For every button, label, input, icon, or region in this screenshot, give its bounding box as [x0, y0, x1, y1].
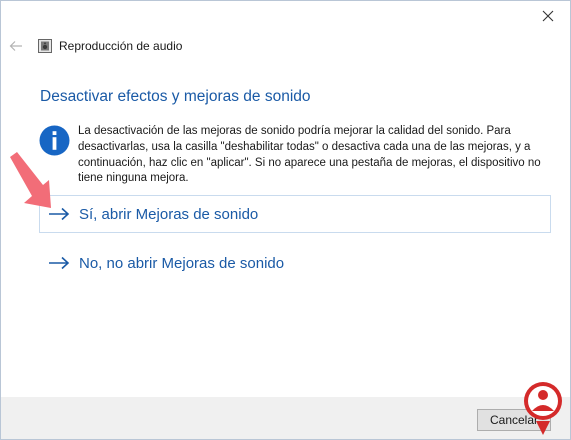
- speaker-icon: [38, 39, 52, 53]
- skip-enhancements-option[interactable]: No, no abrir Mejoras de sonido: [39, 244, 551, 282]
- open-enhancements-option[interactable]: Sí, abrir Mejoras de sonido: [39, 195, 551, 233]
- logo-icon: [524, 382, 562, 435]
- pointer-arrow-icon: [10, 152, 51, 208]
- option-label: Sí, abrir Mejoras de sonido: [79, 205, 259, 223]
- dialog-footer: Cancelar: [1, 397, 570, 439]
- close-icon: [542, 10, 554, 22]
- dialog-window: Reproducción de audio Desactivar efectos…: [0, 0, 571, 440]
- back-button[interactable]: [7, 37, 25, 55]
- navigation-bar: Reproducción de audio: [1, 31, 570, 61]
- option-label: No, no abrir Mejoras de sonido: [79, 254, 285, 272]
- page-heading: Desactivar efectos y mejoras de sonido: [40, 88, 311, 105]
- window-title: Reproducción de audio: [59, 39, 183, 53]
- back-arrow-icon: [9, 41, 22, 51]
- close-button[interactable]: [526, 1, 570, 31]
- arrow-right-icon: [49, 256, 70, 270]
- info-text: La desactivación de las mejoras de sonid…: [78, 125, 541, 185]
